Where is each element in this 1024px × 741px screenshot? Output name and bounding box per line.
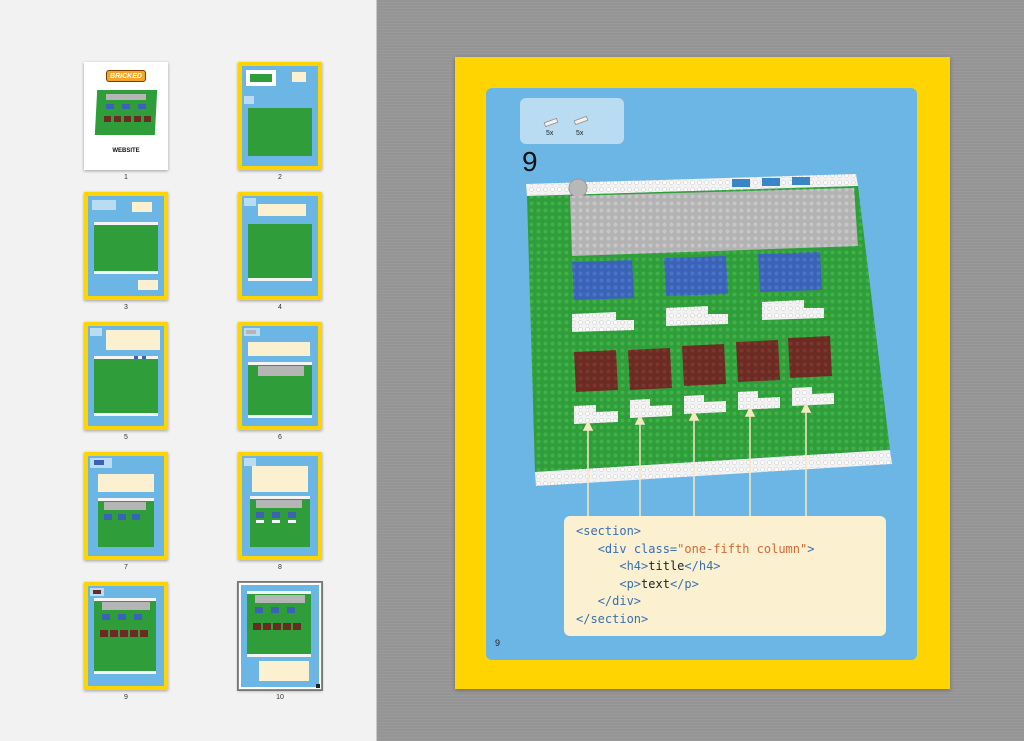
code-line: <div class="one-fifth column"> (576, 541, 874, 559)
round-gray-tile (568, 178, 588, 198)
thumbnail-label: 4 (278, 304, 282, 311)
thumbnail-image (84, 452, 168, 560)
thumbnail-image: BRICKED WEBSITE (84, 62, 168, 170)
code-string: "one-fifth column" (677, 541, 808, 556)
code-tag: </section> (576, 611, 649, 626)
code-tag: </p> (669, 576, 699, 591)
thumbnail-page-6[interactable]: 6 (238, 322, 322, 441)
thumbnail-label: 2 (278, 174, 282, 181)
thumbnail-label: 8 (278, 564, 282, 571)
gray-header-plate (570, 188, 858, 256)
thumbnail-image (238, 192, 322, 300)
thumbnail-page-7[interactable]: 7 (84, 452, 168, 571)
page-number: 9 (495, 638, 501, 648)
thumbnail-image (237, 581, 323, 691)
thumbnail-page-3[interactable]: 3 (84, 192, 168, 311)
pdf-viewer-window: BRICKED WEBSITE 1 2 3 4 5 6 7 8 9 10 5x … (0, 0, 1024, 741)
document-viewer[interactable]: 5x 5x 9 <section> <div class="one-fifth … (378, 0, 1024, 741)
cover-title: WEBSITE (112, 148, 140, 154)
code-tag: <section> (576, 524, 642, 538)
thumbnail-image (238, 452, 322, 560)
thumbnail-page-8[interactable]: 8 (238, 452, 322, 571)
thumbnail-label: 3 (124, 304, 128, 311)
page-content: 5x 5x 9 <section> <div class="one-fifth … (486, 88, 917, 660)
brown-plate (682, 344, 726, 386)
code-tag: > (807, 541, 815, 556)
blue-plate (572, 260, 634, 300)
thumbnail-label: 5 (124, 434, 128, 441)
thumbnail-label: 6 (278, 434, 282, 441)
page-9: 5x 5x 9 <section> <div class="one-fifth … (455, 57, 950, 689)
thumbnail-page-4[interactable]: 4 (238, 192, 322, 311)
code-attr: class= (633, 541, 678, 556)
thumbnail-image (84, 322, 168, 430)
brown-plate (788, 336, 832, 378)
thumbnail-page-10[interactable]: 10 (237, 581, 323, 701)
code-text: title (648, 559, 685, 573)
brown-plate (628, 348, 672, 390)
code-line: </section> (576, 611, 874, 629)
thumbnail-page-1[interactable]: BRICKED WEBSITE 1 (84, 62, 168, 181)
brand-logo: BRICKED (106, 70, 146, 82)
thumbnail-image (238, 322, 322, 430)
thumbnail-label: 9 (124, 694, 128, 701)
blue-tile (762, 178, 780, 186)
code-tag: </div> (597, 594, 642, 608)
code-tag: </h4> (684, 559, 721, 573)
code-line: <section> (576, 523, 874, 541)
code-tag: <p> (619, 576, 642, 591)
code-text: text (641, 576, 670, 591)
brown-plate (736, 340, 780, 382)
thumbnail-page-5[interactable]: 5 (84, 322, 168, 441)
code-line: <p>text</p> (576, 576, 874, 594)
thumbnail-sidebar[interactable]: BRICKED WEBSITE 1 2 3 4 5 6 7 8 9 10 (0, 0, 377, 741)
code-tag: <h4> (619, 559, 649, 573)
blue-tile (792, 177, 810, 185)
thumbnail-image (84, 192, 168, 300)
thumbnail-label: 10 (276, 694, 284, 701)
code-snippet-box: <section> <div class="one-fifth column">… (564, 516, 886, 636)
blue-tile (732, 179, 750, 187)
code-line: </div> (576, 593, 874, 611)
thumbnail-image (84, 582, 168, 690)
brown-plate (574, 350, 618, 392)
thumbnail-label: 7 (124, 564, 128, 571)
blue-plate (664, 256, 728, 296)
thumbnail-label: 1 (124, 174, 128, 181)
thumbnail-page-2[interactable]: 2 (238, 62, 322, 181)
code-line: <h4>title</h4> (576, 558, 874, 576)
thumbnail-page-9[interactable]: 9 (84, 582, 168, 701)
blue-plate (758, 252, 822, 292)
code-tag: <div (597, 541, 634, 556)
thumbnail-image (238, 62, 322, 170)
